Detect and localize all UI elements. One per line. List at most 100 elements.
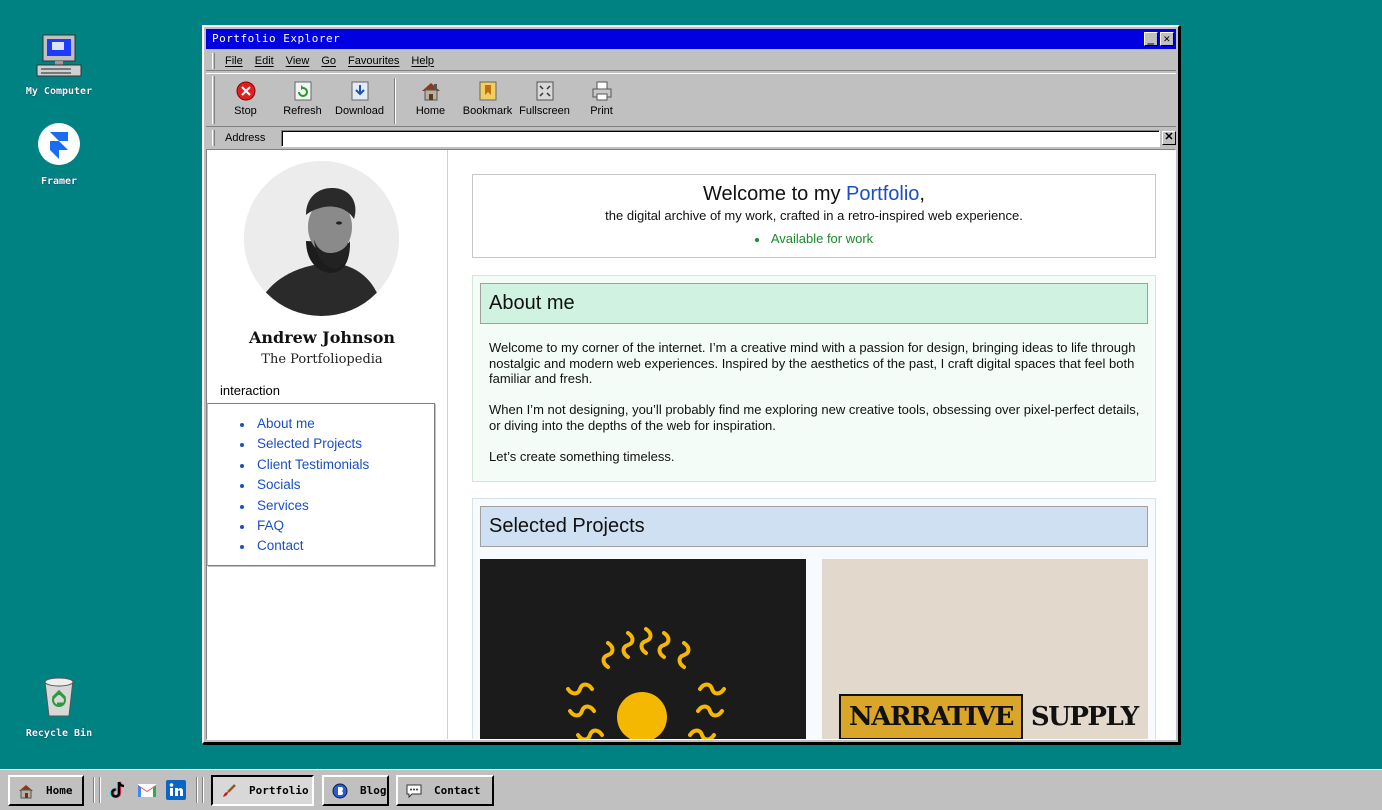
menu-go[interactable]: Go — [321, 55, 336, 67]
about-paragraph: Welcome to my corner of the internet. I’… — [489, 340, 1136, 387]
about-section: About me Welcome to my corner of the int… — [472, 275, 1156, 482]
nav-link-selected-projects[interactable]: Selected Projects — [240, 436, 434, 456]
recycle-bin-icon — [35, 674, 83, 722]
menu-favourites[interactable]: Favourites — [348, 55, 399, 67]
gmail-icon[interactable] — [137, 780, 157, 800]
taskbar-blog-label: Blog — [360, 784, 387, 797]
chat-bubble-icon — [406, 783, 422, 799]
profile-tagline: The Portfoliopedia — [261, 352, 383, 367]
print-label: Print — [590, 105, 613, 117]
projects-heading: Selected Projects — [480, 506, 1148, 547]
availability-status: Available for work — [754, 231, 873, 246]
fullscreen-button[interactable]: Fullscreen — [516, 74, 573, 126]
window-titlebar[interactable]: Portfolio Explorer _ ✕ — [206, 29, 1176, 49]
taskbar-separator — [202, 777, 204, 803]
sun-logo-icon — [566, 627, 726, 739]
taskbar-blog-button[interactable]: Blog — [322, 775, 389, 806]
welcome-title-highlight: Portfolio — [846, 183, 920, 205]
home-label: Home — [415, 105, 446, 117]
logo-box-text: NARRATIVE — [839, 694, 1023, 739]
printer-icon — [591, 80, 613, 102]
nav-link-client-testimonials[interactable]: Client Testimonials — [240, 457, 434, 477]
nav-link-socials[interactable]: Socials — [240, 477, 434, 497]
welcome-title-pre: Welcome to my — [703, 183, 847, 205]
welcome-title-post: , — [919, 183, 925, 205]
menu-bar: File Edit View Go Favourites Help — [206, 51, 1176, 71]
stop-button[interactable]: Stop — [217, 74, 274, 126]
paintbrush-icon — [221, 783, 237, 799]
fullscreen-icon — [534, 80, 556, 102]
portfolio-explorer-window: Portfolio Explorer _ ✕ File Edit View Go… — [202, 25, 1180, 744]
taskbar-home-button[interactable]: Home — [8, 775, 84, 806]
menu-help[interactable]: Help — [411, 55, 434, 67]
toolbar-separator — [394, 78, 396, 124]
taskbar-home-label: Home — [46, 784, 73, 797]
nav-link-faq[interactable]: FAQ — [240, 518, 434, 538]
taskbar-separator — [93, 777, 95, 803]
linkedin-icon[interactable] — [166, 780, 186, 800]
minimize-button[interactable]: _ — [1144, 32, 1158, 46]
desktop-icon-label: Framer — [40, 176, 78, 187]
framer-icon — [35, 122, 83, 170]
window-title: Portfolio Explorer — [212, 32, 341, 45]
desktop-icon-label: My Computer — [25, 86, 93, 97]
menu-grip — [212, 52, 215, 69]
nav-link-contact[interactable]: Contact — [240, 538, 434, 558]
profile-name: Andrew Johnson — [248, 328, 395, 347]
home-button[interactable]: Home — [402, 74, 459, 126]
toolbar: Stop Refresh Download Home Bookmark Full… — [206, 73, 1176, 127]
computer-icon — [35, 32, 83, 80]
project-card-sun[interactable] — [480, 559, 806, 739]
bookmark-button[interactable]: Bookmark — [459, 74, 516, 126]
desktop-icon-my-computer[interactable]: My Computer — [9, 32, 109, 97]
about-text: Welcome to my corner of the internet. I’… — [489, 340, 1149, 480]
desktop-icon-label: Recycle Bin — [25, 728, 93, 739]
download-icon — [349, 80, 371, 102]
stop-icon — [235, 80, 257, 102]
home-icon — [18, 783, 34, 799]
stop-label: Stop — [234, 105, 257, 117]
address-input[interactable] — [281, 129, 1160, 147]
about-paragraph: Let’s create something timeless. — [489, 449, 675, 465]
nav-list: About me Selected Projects Client Testim… — [240, 416, 434, 559]
desktop-icon-recycle-bin[interactable]: Recycle Bin — [9, 674, 109, 739]
taskbar-contact-button[interactable]: Contact — [396, 775, 494, 806]
menu-edit[interactable]: Edit — [255, 55, 274, 67]
fullscreen-label: Fullscreen — [519, 105, 570, 117]
logo-plain-text: SUPPLY — [1030, 702, 1139, 732]
nav-link-about[interactable]: About me — [240, 416, 434, 436]
narrative-supply-logo: NARRATIVE SUPPLY — [839, 690, 1139, 739]
about-paragraph: When I’m not designing, you’ll probably … — [489, 402, 1140, 433]
download-button[interactable]: Download — [331, 74, 388, 126]
welcome-panel: Welcome to my Portfolio, the digital arc… — [472, 174, 1156, 258]
print-button[interactable]: Print — [573, 74, 630, 126]
taskbar: Home Portfolio Blog Contact — [0, 769, 1382, 810]
address-grip — [212, 130, 215, 146]
page-content: Andrew Johnson The Portfoliopedia intera… — [206, 149, 1176, 740]
refresh-button[interactable]: Refresh — [274, 74, 331, 126]
project-card-narrative-supply[interactable]: NARRATIVE SUPPLY — [822, 559, 1148, 739]
taskbar-portfolio-label: Portfolio — [249, 784, 309, 797]
avatar — [244, 161, 399, 316]
profile-sidebar: Andrew Johnson The Portfoliopedia intera… — [207, 150, 448, 739]
toolbar-grip — [212, 76, 215, 124]
taskbar-portfolio-button[interactable]: Portfolio — [211, 775, 314, 806]
taskbar-separator — [99, 777, 101, 803]
tiktok-icon[interactable] — [108, 780, 128, 800]
address-close-button[interactable]: ✕ — [1162, 131, 1176, 145]
address-label: Address — [225, 132, 266, 144]
welcome-subtitle: the digital archive of my work, crafted … — [605, 208, 1023, 223]
refresh-icon — [292, 80, 314, 102]
nav-link-services[interactable]: Services — [240, 498, 434, 518]
nav-box: About me Selected Projects Client Testim… — [207, 403, 435, 566]
taskbar-contact-label: Contact — [434, 784, 481, 797]
menu-view[interactable]: View — [286, 55, 310, 67]
blog-icon — [332, 783, 348, 799]
bookmark-icon — [477, 80, 499, 102]
close-button[interactable]: ✕ — [1160, 32, 1174, 46]
menu-file[interactable]: File — [225, 55, 243, 67]
nav-heading: interaction — [220, 383, 280, 398]
desktop-icon-framer[interactable]: Framer — [9, 122, 109, 187]
about-heading: About me — [480, 283, 1148, 324]
address-bar: Address ✕ — [206, 128, 1176, 148]
